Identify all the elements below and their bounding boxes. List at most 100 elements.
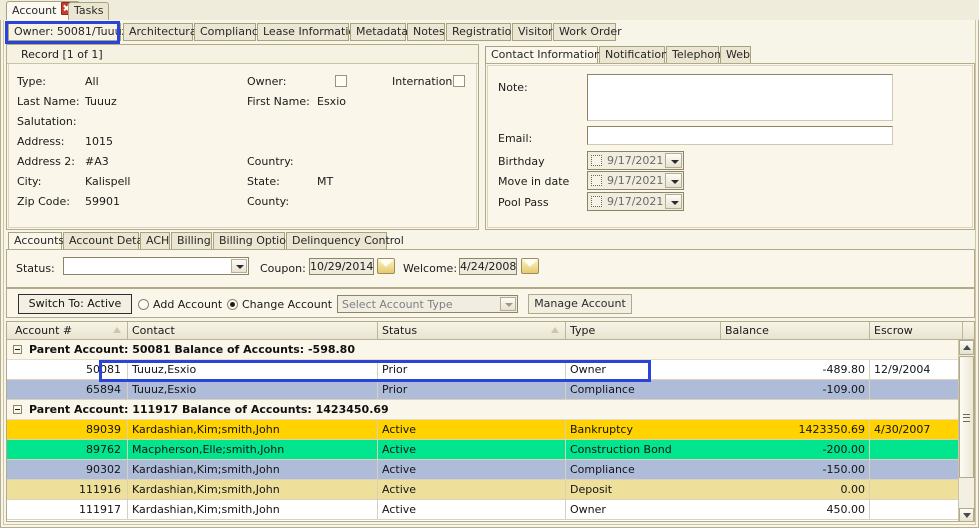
entity-tab-metadata[interactable]: Metadata [350, 23, 408, 41]
account-type-select[interactable]: Select Account Type [337, 295, 518, 313]
entity-tab-lease-information-label: Lease Information [263, 25, 363, 38]
tab-delinquency-control[interactable]: Delinquency Control [286, 232, 404, 249]
cell-contact: Tuuuz,Esxio [127, 360, 377, 379]
chevron-down-icon[interactable] [231, 259, 247, 273]
cell-balance: -489.80 [822, 363, 865, 376]
move-in-date-checkbox[interactable] [591, 175, 602, 186]
document-tab-tasks[interactable]: Tasks [68, 2, 110, 20]
cell-escrow [869, 460, 962, 479]
grid-vertical-scrollbar[interactable] [958, 340, 974, 521]
entity-tab-notes[interactable]: Notes [407, 23, 445, 41]
tab-billing[interactable]: Billing [171, 232, 212, 249]
email-input[interactable] [587, 126, 893, 145]
cell-contact: Kardashian,Kim;smith,John [127, 420, 377, 439]
label-owner: Owner: [247, 75, 287, 88]
group-header-row[interactable]: Parent Account: 50081 Balance of Account… [7, 340, 974, 360]
table-row[interactable]: 50081 Tuuuz,Esxio Prior Owner -489.80 12… [7, 360, 974, 380]
pool-pass-date-picker[interactable]: 9/17/2021 [587, 192, 684, 211]
collapse-icon[interactable] [13, 405, 22, 414]
column-header-balance[interactable]: Balance [720, 322, 869, 339]
entity-tab-compliance[interactable]: Compliance [194, 23, 265, 41]
change-account-radio-label[interactable]: Change Account [242, 298, 332, 311]
add-account-radio-label[interactable]: Add Account [153, 298, 222, 311]
pool-pass-checkbox[interactable] [591, 196, 602, 207]
column-header-contact[interactable]: Contact [127, 322, 377, 339]
value-type: All [85, 75, 99, 88]
chevron-down-icon[interactable] [665, 173, 682, 188]
contact-tab-strip: Contact Information Notifications Teleph… [485, 46, 975, 64]
accounts-grid: Account # Contact Status Type Balance Es… [6, 321, 975, 522]
entity-tab-lease-information[interactable]: Lease Information [257, 23, 362, 41]
entity-tab-strip: Owner: 50081/Tuuuz Architectural Complia… [3, 21, 976, 42]
chevron-down-icon[interactable] [665, 194, 682, 209]
cell-status: Active [377, 500, 565, 519]
entity-tab-owner[interactable]: Owner: 50081/Tuuuz [8, 23, 127, 41]
coupon-date-field[interactable]: 10/29/2014 [309, 258, 374, 275]
tab-accounts-label: Accounts [14, 234, 65, 247]
manage-account-button[interactable]: Manage Account [528, 294, 632, 314]
tab-telephone[interactable]: Telephone [666, 46, 728, 63]
cell-status: Active [377, 480, 565, 499]
entity-tab-visitor[interactable]: Visitor [512, 23, 553, 41]
move-in-date-picker[interactable]: 9/17/2021 [587, 171, 684, 190]
tab-accounts[interactable]: Accounts [8, 232, 65, 249]
tab-account-detail-label: Account Detail [69, 234, 150, 247]
scroll-up-button[interactable] [959, 340, 974, 355]
group-header-row[interactable]: Parent Account: 111917 Balance of Accoun… [7, 400, 974, 420]
coupon-mail-icon[interactable] [377, 258, 395, 274]
cell-escrow [869, 480, 962, 499]
scrollbar-thumb[interactable] [959, 356, 974, 478]
birthday-checkbox[interactable] [591, 155, 602, 166]
birthday-date-picker[interactable]: 9/17/2021 [587, 151, 684, 170]
cell-balance: 0.00 [840, 483, 866, 496]
scroll-down-button[interactable] [959, 508, 974, 521]
label-country: Country: [247, 155, 294, 168]
collapse-icon[interactable] [13, 345, 22, 354]
welcome-date-field[interactable]: 4/24/2008 [459, 258, 517, 275]
status-select[interactable] [63, 257, 249, 275]
move-in-date-value: 9/17/2021 [607, 174, 664, 187]
entity-tab-registration-label: Registration [452, 25, 519, 38]
switch-to-active-button[interactable]: Switch To: Active [18, 294, 132, 314]
table-row[interactable]: 111917 Kardashian,Kim;smith,John Active … [7, 500, 974, 520]
chevron-down-icon[interactable] [500, 297, 516, 311]
grid-header-row: Account # Contact Status Type Balance Es… [7, 322, 974, 340]
cell-balance: 450.00 [826, 503, 866, 516]
entity-tab-architectural[interactable]: Architectural [123, 23, 200, 41]
tab-delinquency-control-label: Delinquency Control [292, 234, 404, 247]
table-row[interactable]: 89039 Kardashian,Kim;smith,John Active B… [7, 420, 974, 440]
column-header-status-label: Status [382, 324, 418, 337]
column-header-account[interactable]: Account # [7, 322, 127, 339]
tab-web[interactable]: Web [720, 46, 751, 63]
cell-type: Bankruptcy [565, 420, 720, 439]
column-header-contact-label: Contact [132, 324, 175, 337]
note-input[interactable] [587, 74, 893, 121]
cell-balance: -150.00 [822, 463, 865, 476]
table-row[interactable]: 90302 Kardashian,Kim;smith,John Active C… [7, 460, 974, 480]
tab-billing-options[interactable]: Billing Options [213, 232, 299, 249]
scrollbar-grip-icon [963, 414, 970, 422]
label-county: County: [247, 195, 290, 208]
entity-tab-work-order[interactable]: Work Order [553, 23, 622, 41]
add-account-radio[interactable] [138, 299, 149, 310]
change-account-radio[interactable] [227, 299, 238, 310]
owner-checkbox[interactable] [335, 75, 347, 87]
tab-contact-information[interactable]: Contact Information [485, 46, 601, 63]
entity-tab-work-order-label: Work Order [559, 25, 622, 38]
tab-ach[interactable]: ACH [140, 232, 170, 249]
birthday-value: 9/17/2021 [607, 154, 664, 167]
welcome-mail-icon[interactable] [521, 258, 539, 274]
entity-tab-registration[interactable]: Registration [446, 23, 518, 41]
tab-account-detail[interactable]: Account Detail [63, 232, 149, 249]
table-row[interactable]: 89762 Macpherson,Elle;smith,John Active … [7, 440, 974, 460]
entity-tab-visitor-label: Visitor [518, 25, 553, 38]
table-row[interactable]: 65894 Tuuuz,Esxio Prior Compliance -109.… [7, 380, 974, 400]
column-header-type[interactable]: Type [565, 322, 720, 339]
table-row[interactable]: 111916 Kardashian,Kim;smith,John Active … [7, 480, 974, 500]
column-header-status[interactable]: Status [377, 322, 565, 339]
international-checkbox[interactable] [453, 75, 465, 87]
chevron-down-icon[interactable] [665, 153, 682, 168]
tab-notifications[interactable]: Notifications [599, 46, 674, 63]
column-header-escrow[interactable]: Escrow [869, 322, 962, 339]
value-last-name: Tuuuz [85, 95, 117, 108]
